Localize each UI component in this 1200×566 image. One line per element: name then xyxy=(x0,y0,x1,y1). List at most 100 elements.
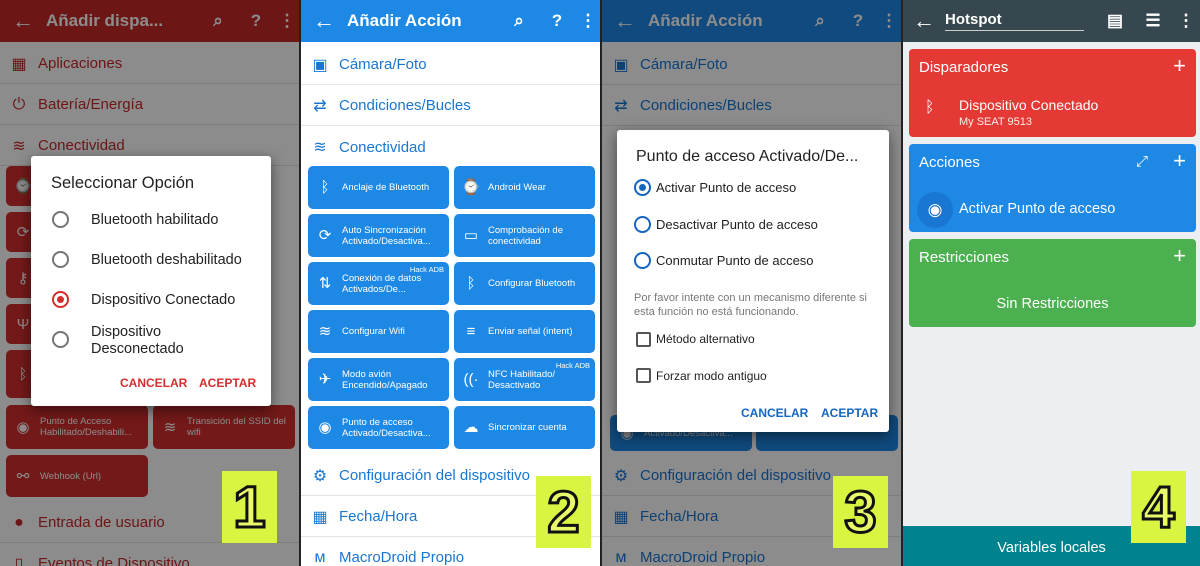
document-icon[interactable]: ▤ xyxy=(1096,11,1134,31)
category-condiciones[interactable]: ⇄ Condiciones/Bucles xyxy=(301,86,600,126)
checkbox-label: Forzar modo antiguo xyxy=(656,369,767,383)
radio-bluetooth-disabled[interactable] xyxy=(52,251,69,268)
bluetooth-icon: ᛒ xyxy=(320,179,330,196)
cancel-button[interactable]: CANCELAR xyxy=(741,406,808,420)
cancel-button[interactable]: CANCELAR xyxy=(120,376,187,390)
dialog-title: Punto de acceso Activado/De... xyxy=(636,148,859,165)
cloud-sync-icon: ☁ xyxy=(463,419,479,436)
action-item[interactable]: Activar Punto de acceso xyxy=(959,201,1115,217)
add-trigger-icon[interactable]: + xyxy=(1173,53,1186,79)
action-tile[interactable]: ᛒ Configurar Bluetooth xyxy=(454,262,595,305)
trigger-item[interactable]: Dispositivo Conectado xyxy=(959,97,1098,113)
action-tile[interactable]: ☁ Sincronizar cuenta xyxy=(454,406,595,449)
intent-icon: ≡ xyxy=(466,323,476,340)
action-tile[interactable]: ((· NFC Habilitado/ Desactivado Hack ADB xyxy=(454,358,595,401)
action-tile[interactable]: ✈ Modo avión Encendido/Apagado xyxy=(308,358,449,401)
back-arrow-icon[interactable]: ← xyxy=(301,8,347,34)
airplane-icon: ✈ xyxy=(318,371,332,388)
data-icon: ⇅ xyxy=(318,275,332,292)
bluetooth-icon: ᛒ xyxy=(466,275,476,292)
actions-header: Acciones xyxy=(919,154,980,171)
tile-label: Configurar Bluetooth xyxy=(488,278,576,289)
action-tile[interactable]: ≋ Configurar Wifi xyxy=(308,310,449,353)
checkbox-alternative[interactable] xyxy=(636,332,651,347)
action-tile[interactable]: ⇅ Conexión de datos Activados/De... Hack A… xyxy=(308,262,449,305)
category-conectividad[interactable]: ≋ Conectividad xyxy=(301,127,600,167)
step-badge: 2 xyxy=(536,476,591,548)
trigger-subtitle: My SEAT 9513 xyxy=(959,116,1032,128)
app-bar: ← Hotspot ▤ ☰ ⋮ xyxy=(903,0,1200,42)
actions-card: Acciones ⤢ + ◉ Activar Punto de acceso xyxy=(909,144,1196,232)
restrictions-card: Restricciones + Sin Restricciones xyxy=(909,239,1196,327)
restrictions-header: Restricciones xyxy=(919,249,1010,266)
action-tile[interactable]: ⟳ Auto Sincronización Activado/Desactiva.… xyxy=(308,214,449,257)
option-label: Activar Punto de acceso xyxy=(656,180,797,195)
accept-button[interactable]: ACEPTAR xyxy=(199,376,256,390)
bluetooth-icon: ᛒ xyxy=(925,99,935,116)
macrodroid-icon: ᴍ xyxy=(314,548,326,566)
hotspot-icon: ◉ xyxy=(917,192,953,228)
more-icon[interactable]: ⋮ xyxy=(1172,11,1200,31)
sync-icon: ⟳ xyxy=(318,227,332,244)
settings-icon: ⚙ xyxy=(312,467,328,485)
triggers-card: Disparadores + ᛒ Dispositivo Conectado M… xyxy=(909,49,1196,137)
triggers-header: Disparadores xyxy=(919,59,1009,76)
search-icon[interactable]: ⌕ xyxy=(500,11,538,31)
category-camara[interactable]: ▣ Cámara/Foto xyxy=(301,45,600,85)
app-bar: ← Añadir Acción ⌕ ? ⋮ xyxy=(301,0,600,42)
expand-icon[interactable]: ⤢ xyxy=(1136,153,1148,170)
wifi-icon: ≋ xyxy=(313,139,327,156)
calendar-icon: ▦ xyxy=(312,508,328,526)
tile-label: Anclaje de Bluetooth xyxy=(342,182,430,193)
help-icon[interactable]: ? xyxy=(538,11,576,31)
radio-deactivate[interactable] xyxy=(634,216,651,233)
screen-title: Añadir Acción xyxy=(347,11,462,30)
radio-device-disconnected[interactable] xyxy=(52,331,69,348)
tile-label: Auto Sincronización Activado/Desactiva..… xyxy=(342,224,431,247)
tile-label: Configurar Wifi xyxy=(342,326,405,337)
checkbox-label: Método alternativo xyxy=(656,332,755,346)
back-arrow-icon[interactable]: ← xyxy=(903,8,945,34)
restriction-item: Sin Restricciones xyxy=(996,296,1109,312)
option-label: Bluetooth habilitado xyxy=(91,212,219,228)
tile-label: NFC Habilitado/ Desactivado xyxy=(488,368,556,391)
macro-name-field[interactable]: Hotspot xyxy=(945,11,1084,31)
panel-3: ← Añadir Acción ⌕ ? ⋮ ▣ Cámara/Foto ⇄ Cond… xyxy=(602,0,901,566)
help-note: Por favor intente con un mecanismo difer… xyxy=(634,292,867,318)
camera-icon: ▣ xyxy=(312,56,328,74)
tile-label: Punto de acceso Activado/Desactiva... xyxy=(342,416,431,439)
tile-label: Modo avión Encendido/Apagado xyxy=(342,368,428,391)
hotspot-dialog: Punto de acceso Activado/De... Activar P… xyxy=(617,130,889,432)
dialog-title: Seleccionar Opción xyxy=(51,174,195,192)
action-tile[interactable]: ▭ Comprobación de conectividad xyxy=(454,214,595,257)
step-badge: 3 xyxy=(833,476,888,548)
radio-bluetooth-enabled[interactable] xyxy=(52,211,69,228)
radio-activate[interactable] xyxy=(634,179,651,196)
watch-icon: ⌚ xyxy=(461,179,481,196)
radio-device-connected[interactable] xyxy=(52,291,69,308)
panel-2: ← Añadir Acción ⌕ ? ⋮ ▣ Cámara/Foto ⇄ Cond… xyxy=(301,0,600,566)
tile-label: Android Wear xyxy=(488,182,546,193)
option-label: Dispositivo Desconectado xyxy=(91,324,184,357)
step-badge: 4 xyxy=(1131,471,1186,543)
nfc-icon: ((· xyxy=(463,371,479,388)
list-icon[interactable]: ☰ xyxy=(1134,11,1172,31)
monitor-icon: ▭ xyxy=(463,227,479,244)
hack-adb-label: Hack ADB xyxy=(409,265,444,274)
tile-label: Sincronizar cuenta xyxy=(488,422,567,433)
action-tile[interactable]: ᛒ Anclaje de Bluetooth xyxy=(308,166,449,209)
add-action-icon[interactable]: + xyxy=(1173,148,1186,174)
hotspot-icon: ◉ xyxy=(318,419,332,436)
loop-icon: ⇄ xyxy=(313,97,327,115)
more-icon[interactable]: ⋮ xyxy=(576,11,600,31)
checkbox-legacy[interactable] xyxy=(636,368,651,383)
add-restriction-icon[interactable]: + xyxy=(1173,243,1186,269)
accept-button[interactable]: ACEPTAR xyxy=(821,406,878,420)
action-tile[interactable]: ◉ Punto de acceso Activado/Desactiva... xyxy=(308,406,449,449)
action-tile[interactable]: ⌚ Android Wear xyxy=(454,166,595,209)
action-tile[interactable]: ≡ Enviar señal (intent) xyxy=(454,310,595,353)
tile-label: Comprobación de conectividad xyxy=(488,224,563,247)
radio-toggle[interactable] xyxy=(634,252,651,269)
option-label: Dispositivo Conectado xyxy=(91,292,236,308)
tile-label: Conexión de datos Activados/De... xyxy=(342,272,422,295)
